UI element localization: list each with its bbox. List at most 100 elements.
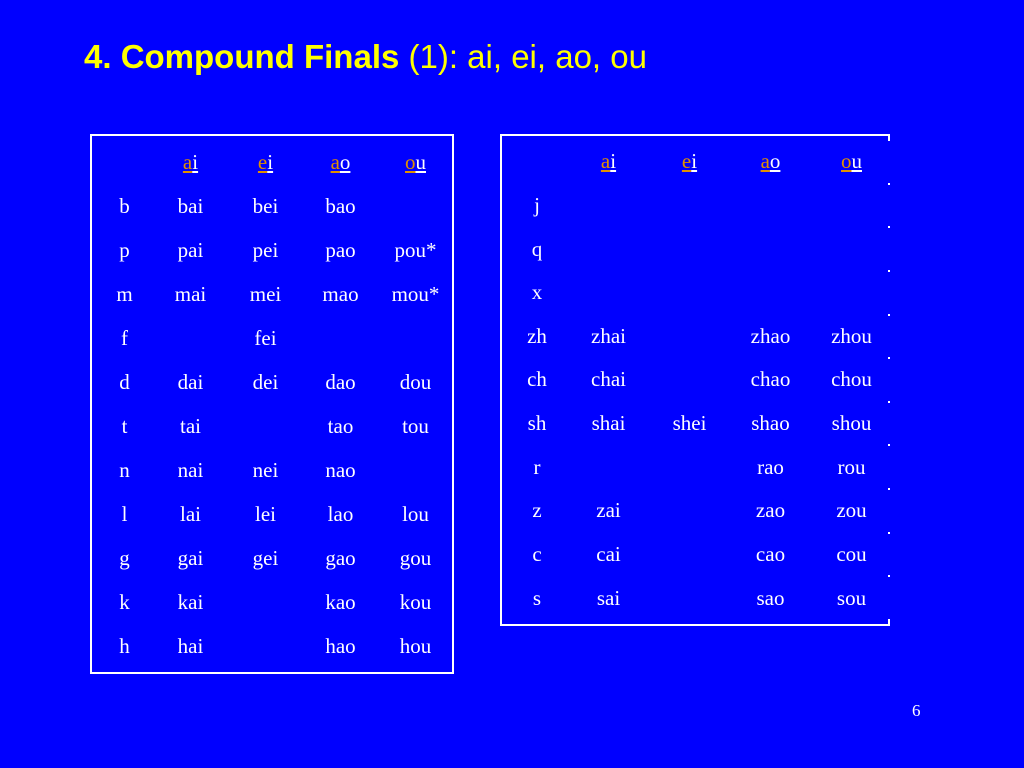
syllable-cell: sou xyxy=(812,577,891,619)
syllable-cell: lou xyxy=(379,493,452,535)
column-header-ao: ao xyxy=(731,141,810,183)
row-header-sh: sh xyxy=(507,402,567,445)
syllable-cell xyxy=(731,228,810,270)
header-tail-letter: u xyxy=(851,149,863,174)
syllable-cell xyxy=(379,449,452,491)
column-header-ai: ai xyxy=(154,141,227,183)
table-corner-cell xyxy=(97,141,152,183)
finals-grid-left: ai ei ao ou b bai bei bao p pai pei pao pou* m mai mei m… xyxy=(95,139,454,669)
header-lead-letter: a xyxy=(760,149,770,174)
table-corner-cell xyxy=(507,141,567,183)
syllable-cell: dei xyxy=(229,361,302,403)
header-lead-letter: a xyxy=(330,149,340,174)
syllable-cell: chai xyxy=(569,359,648,401)
table-row: q xyxy=(507,228,891,270)
finals-grid-right: ai ei ao ou j q x zh zhai zhao zhou ch chai chao chou s… xyxy=(505,139,893,621)
header-tail-letter: o xyxy=(769,149,781,174)
syllable-cell: bao xyxy=(304,185,377,227)
header-lead-letter: a xyxy=(600,149,611,174)
table-row: z zai zao zou xyxy=(507,490,891,532)
syllable-cell: tai xyxy=(154,405,227,447)
column-header-ao: ao xyxy=(304,141,377,183)
syllable-cell xyxy=(812,228,891,270)
syllable-cell xyxy=(379,317,452,359)
syllable-cell: zao xyxy=(731,490,810,532)
syllable-cell xyxy=(731,184,810,227)
syllable-cell: mei xyxy=(229,273,302,315)
syllable-cell: zou xyxy=(812,490,891,532)
syllable-cell: dai xyxy=(154,361,227,403)
syllable-cell: nai xyxy=(154,449,227,491)
syllable-cell: dou xyxy=(379,361,452,403)
syllable-cell xyxy=(731,271,810,314)
header-tail-letter: i xyxy=(267,149,274,174)
syllable-cell xyxy=(812,184,891,227)
table-row: r rao rou xyxy=(507,446,891,488)
syllable-cell: gou xyxy=(379,537,452,579)
syllable-cell: kou xyxy=(379,581,452,623)
row-header-s: s xyxy=(507,577,567,619)
syllable-cell: zai xyxy=(569,490,648,532)
table-row: d dai dei dao dou xyxy=(97,361,452,403)
row-header-h: h xyxy=(97,625,152,667)
syllable-cell: shou xyxy=(812,402,891,445)
syllable-cell: kao xyxy=(304,581,377,623)
syllable-cell: pai xyxy=(154,229,227,271)
header-tail-letter: o xyxy=(339,149,351,174)
syllable-cell xyxy=(569,184,648,227)
syllable-cell xyxy=(304,317,377,359)
syllable-cell xyxy=(229,625,302,667)
row-header-m: m xyxy=(97,273,152,315)
table-row: zh zhai zhao zhou xyxy=(507,315,891,358)
header-tail-letter: i xyxy=(192,149,199,174)
row-header-x: x xyxy=(507,271,567,314)
syllable-cell: cou xyxy=(812,533,891,576)
row-header-b: b xyxy=(97,185,152,227)
syllable-cell: zhou xyxy=(812,315,891,358)
table-row: n nai nei nao xyxy=(97,449,452,491)
syllable-cell: hao xyxy=(304,625,377,667)
syllable-cell xyxy=(569,446,648,488)
syllable-cell: lao xyxy=(304,493,377,535)
syllable-cell xyxy=(650,228,729,270)
table-header-row: ai ei ao ou xyxy=(507,141,891,183)
syllable-cell xyxy=(650,359,729,401)
syllable-cell: sai xyxy=(569,577,648,619)
syllable-cell: shei xyxy=(650,402,729,445)
syllable-cell: mao xyxy=(304,273,377,315)
syllable-cell xyxy=(650,533,729,576)
syllable-cell: rou xyxy=(812,446,891,488)
syllable-cell xyxy=(569,228,648,270)
row-header-g: g xyxy=(97,537,152,579)
syllable-cell xyxy=(650,490,729,532)
row-header-c: c xyxy=(507,533,567,576)
syllable-cell xyxy=(229,405,302,447)
syllable-cell: hou xyxy=(379,625,452,667)
compound-finals-table-left: ai ei ao ou b bai bei bao p pai pei pao pou* m mai mei m… xyxy=(90,134,454,674)
syllable-cell xyxy=(650,271,729,314)
row-header-ch: ch xyxy=(507,359,567,401)
row-header-zh: zh xyxy=(507,315,567,358)
page-title-bold: 4. Compound Finals xyxy=(84,38,400,75)
table-row: b bai bei bao xyxy=(97,185,452,227)
syllable-cell: chou xyxy=(812,359,891,401)
page-title: 4. Compound Finals (1): ai, ei, ao, ou xyxy=(84,36,944,78)
table-row: f fei xyxy=(97,317,452,359)
row-header-p: p xyxy=(97,229,152,271)
table-row: sh shai shei shao shou xyxy=(507,402,891,445)
syllable-cell: chao xyxy=(731,359,810,401)
syllable-cell: pou* xyxy=(379,229,452,271)
header-tail-letter: i xyxy=(691,149,698,174)
syllable-cell: cai xyxy=(569,533,648,576)
syllable-cell: gao xyxy=(304,537,377,579)
column-header-ai: ai xyxy=(569,141,648,183)
table-row: h hai hao hou xyxy=(97,625,452,667)
row-header-j: j xyxy=(507,184,567,227)
compound-finals-table-right: ai ei ao ou j q x zh zhai zhao zhou ch chai chao chou s… xyxy=(500,134,893,626)
syllable-cell: zhai xyxy=(569,315,648,358)
syllable-cell: mai xyxy=(154,273,227,315)
table-row: c cai cao cou xyxy=(507,533,891,576)
syllable-cell xyxy=(812,271,891,314)
row-header-k: k xyxy=(97,581,152,623)
syllable-cell: fei xyxy=(229,317,302,359)
